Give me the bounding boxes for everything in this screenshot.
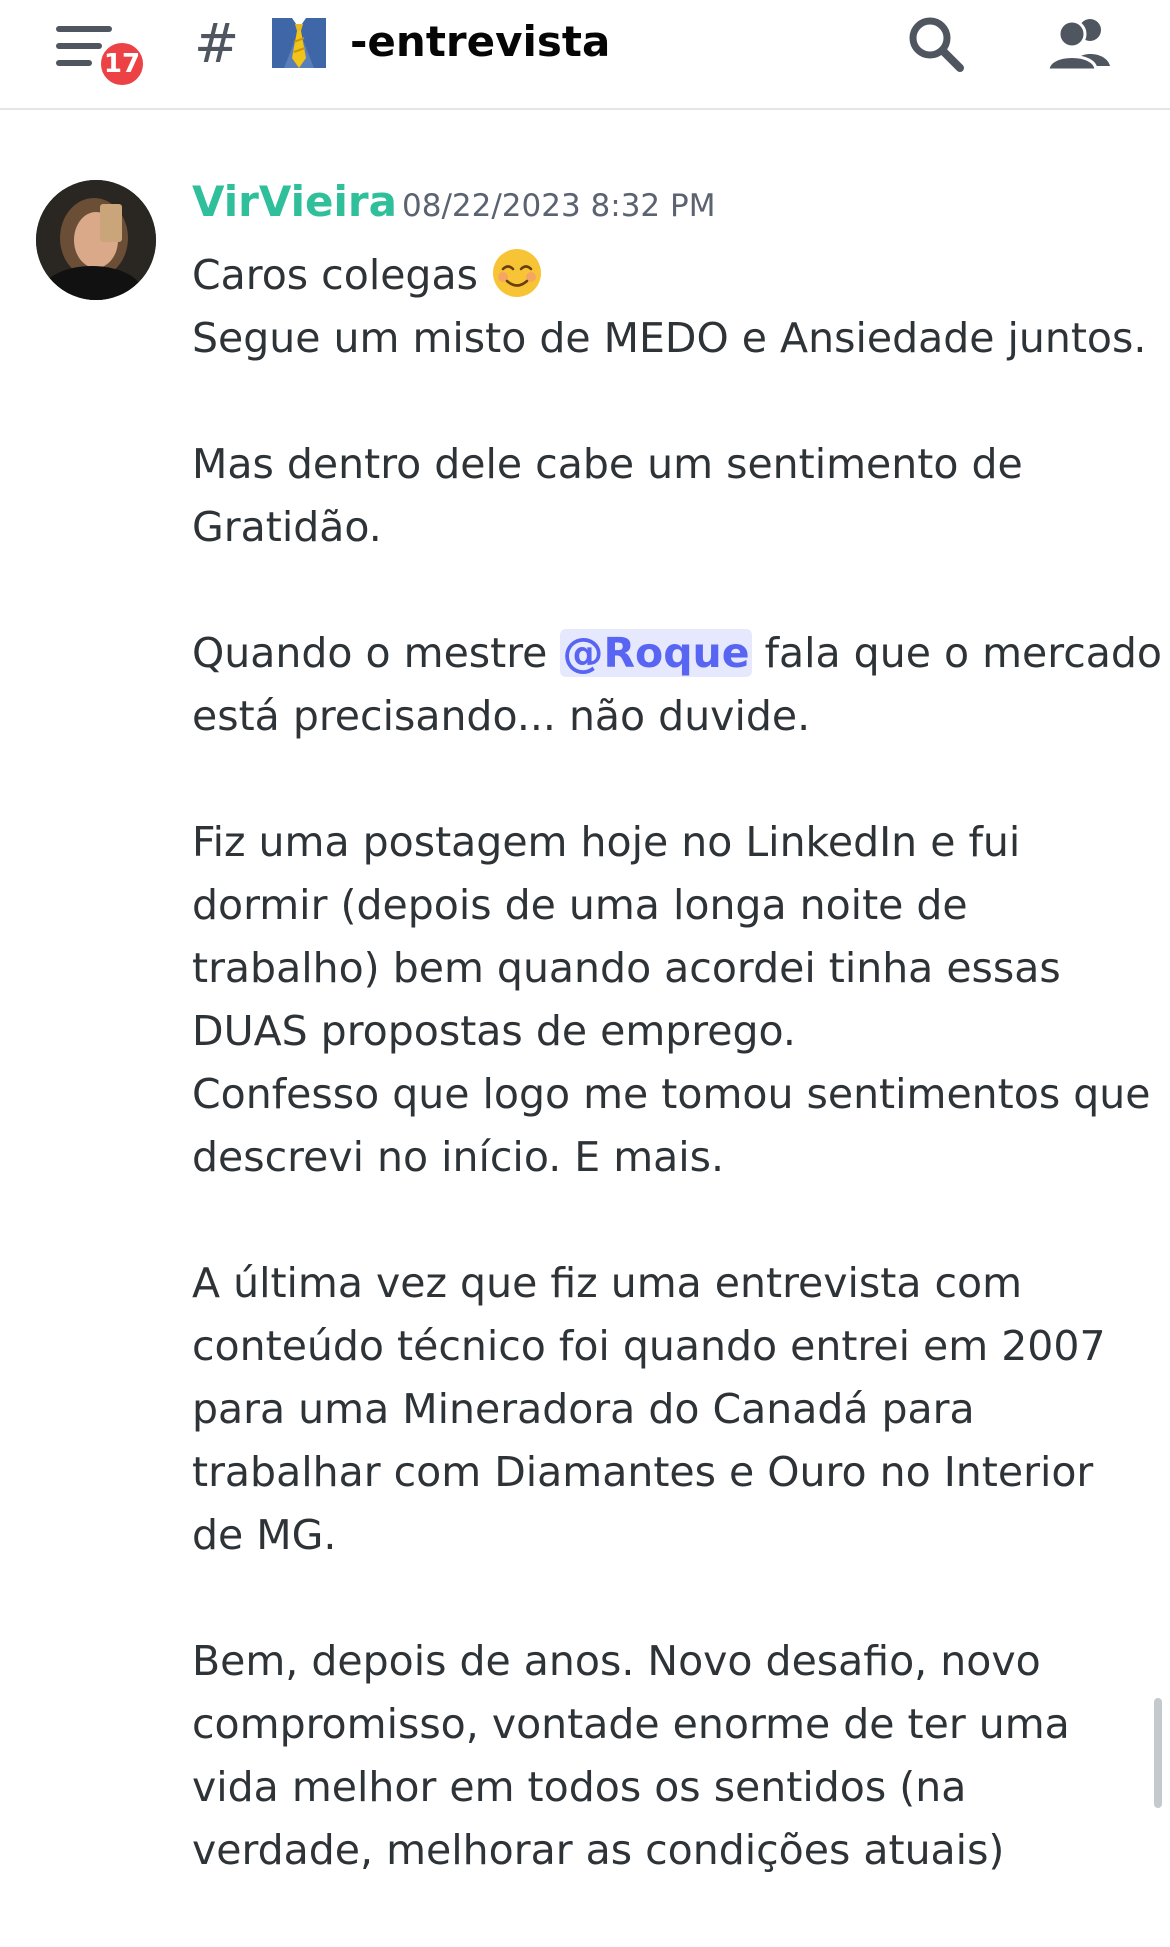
- message-line: Gratidão.: [192, 503, 382, 551]
- message-line: Quando o mestre @Roque fala que o mercad…: [192, 622, 1162, 685]
- message-line: DUAS propostas de emprego.: [192, 1007, 796, 1055]
- necktie-emoji-icon: [272, 18, 326, 68]
- message-line: compromisso, vontade enorme de ter uma: [192, 1700, 1070, 1748]
- message-timestamp: 08/22/2023 8:32 PM: [402, 188, 716, 224]
- message-text: fala que o mercado: [751, 629, 1162, 677]
- scrollbar-thumb[interactable]: [1154, 1698, 1162, 1808]
- message-line: verdade, melhorar as condições atuais): [192, 1826, 1005, 1874]
- message-line: Fiz uma postagem hoje no LinkedIn e fui: [192, 818, 1021, 866]
- message-line: está precisando... não duvide.: [192, 692, 811, 740]
- message-line: dormir (depois de uma longa noite de: [192, 881, 968, 929]
- message-text: Caros colegas: [192, 251, 478, 299]
- message-line: Mas dentro dele cabe um sentimento de: [192, 440, 1023, 488]
- message-line: descrevi no início. E mais.: [192, 1133, 725, 1181]
- message-text: Quando o mestre: [192, 629, 561, 677]
- members-icon: [1046, 19, 1110, 72]
- unread-badge: 17: [96, 38, 148, 90]
- user-avatar-photo: [36, 180, 156, 300]
- search-icon: [909, 17, 964, 72]
- message-content: Caros colegas Segue um misto de MEDO e A…: [192, 244, 1162, 1882]
- message-line: A última vez que fiz uma entrevista com: [192, 1259, 1023, 1307]
- message-line: Bem, depois de anos. Novo desafio, novo: [192, 1637, 1041, 1685]
- message-line: conteúdo técnico foi quando entrei em 20…: [192, 1322, 1106, 1370]
- hamburger-menu-button[interactable]: 17: [52, 22, 152, 92]
- message-line: de MG.: [192, 1511, 337, 1559]
- message-line: Segue um misto de MEDO e Ansiedade junto…: [192, 314, 1147, 362]
- message-line: trabalho) bem quando acordei tinha essas: [192, 944, 1061, 992]
- relaxed-face-emoji-icon: [493, 249, 541, 297]
- message-line: trabalhar com Diamantes e Ouro no Interi…: [192, 1448, 1094, 1496]
- user-mention[interactable]: @Roque: [560, 629, 752, 677]
- channel-name: -entrevista: [350, 17, 611, 66]
- message-line: vida melhor em todos os sentidos (na: [192, 1763, 967, 1811]
- channel-header: 17 # -entrevista: [0, 0, 1170, 110]
- message-line: Confesso que logo me tomou sentimentos q…: [192, 1070, 1151, 1118]
- search-button[interactable]: [906, 14, 968, 76]
- message-author[interactable]: VirVieira: [192, 174, 397, 230]
- avatar[interactable]: [36, 180, 156, 300]
- channel-hash-icon: #: [194, 12, 240, 75]
- message-line: para uma Mineradora do Canadá para: [192, 1385, 975, 1433]
- message-line: Caros colegas: [192, 244, 1152, 307]
- members-button[interactable]: [1044, 14, 1114, 76]
